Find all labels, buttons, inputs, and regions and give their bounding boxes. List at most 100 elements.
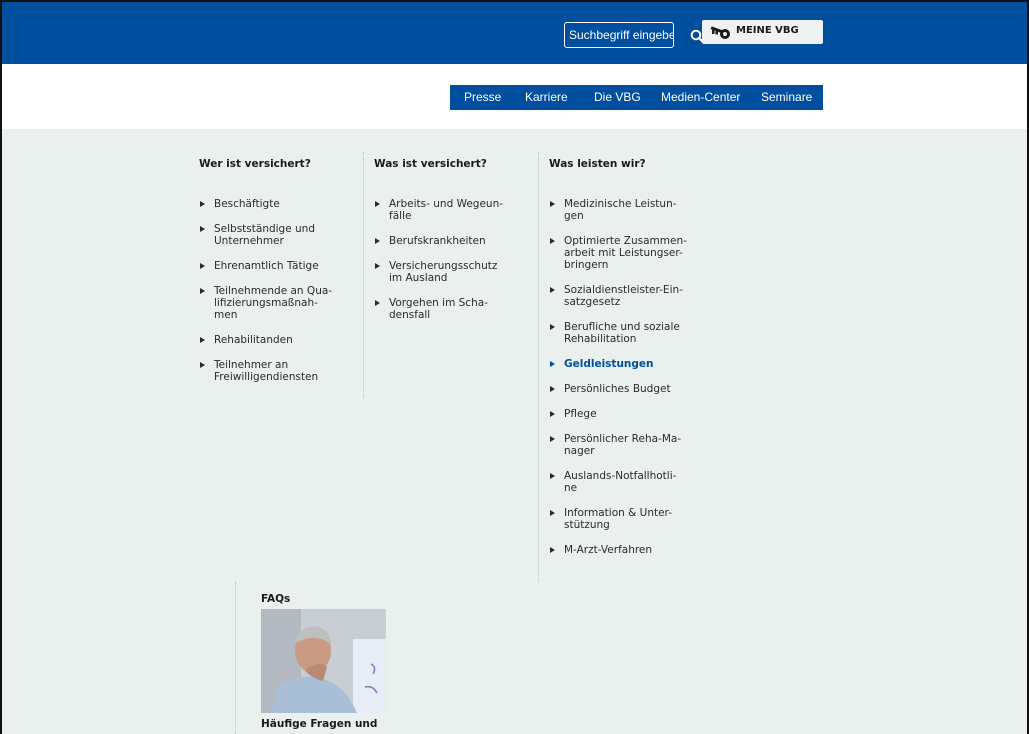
arrow-right-icon [550,386,555,392]
menu-link-label: lifizierungsmaßnah- [214,297,318,309]
arrow-right-icon [200,288,205,294]
menu-link[interactable]: Berufskrankheiten [374,235,524,247]
arrow-right-icon [200,337,205,343]
browser-viewport: Suchbegriff eingeben MEINE VBG Presse Ka… [0,0,1029,734]
menu-column-wer-ist-versichert: Wer ist versichert? Beschäftigte Selbstst… [199,158,349,396]
menu-link[interactable]: Berufliche und soziale Rehabilitation [549,321,709,345]
meine-vbg-label: MEINE VBG [736,25,799,36]
top-header-bar: Suchbegriff eingeben MEINE VBG [2,2,1027,64]
arrow-right-icon [375,300,380,306]
column-divider [235,582,236,734]
arrow-right-icon [550,473,555,479]
menu-link[interactable]: M-Arzt-Verfahren [549,544,709,556]
menu-link[interactable]: Auslands-Notfallhotli-ne [549,470,709,494]
menu-link-label: Versicherungsschutz [389,260,498,272]
menu-link[interactable]: Teilnehmende an Qua-lifizierungsmaßnah-m… [199,285,349,321]
nav-item-presse[interactable]: Presse [464,90,501,104]
menu-link[interactable]: Rehabilitanden [199,334,349,346]
service-navigation: Presse Karriere Die VBG Medien-Center Se… [450,85,823,110]
faq-teaser-image[interactable] [261,609,386,713]
menu-link-label: Ehrenamtlich Tätige [214,260,319,272]
menu-link-label: Sozialdienstleister-Ein- [564,284,683,296]
menu-column-was-ist-versichert: Was ist versichert? Arbeits- und Wegeun-… [374,158,524,334]
menu-link-label: nager [564,445,595,457]
column-heading: Wer ist versichert? [199,158,311,170]
menu-link[interactable]: Ehrenamtlich Tätige [199,260,349,272]
arrow-right-icon [550,287,555,293]
menu-link-label: Persönlicher Reha-Ma- [564,433,682,445]
column-divider [538,152,539,582]
arrow-right-icon [200,263,205,269]
menu-column-was-leisten-wir: Was leisten wir? Medizinische Leistun-ge… [549,158,709,569]
menu-link-label: Freiwilligendiensten [214,371,319,383]
arrow-right-icon [550,510,555,516]
arrow-right-icon [550,238,555,244]
meine-vbg-button[interactable]: MEINE VBG [702,20,823,44]
key-icon [710,26,730,39]
menu-link-label: Beschäftigte [214,198,280,210]
arrow-right-icon [550,547,555,553]
menu-link-label: densfall [389,309,431,321]
menu-link-label: stützung [564,519,610,531]
menu-link[interactable]: Versicherungsschutz im Ausland [374,260,524,284]
menu-link-label: Rehabilitanden [214,334,293,346]
nav-item-die-vbg[interactable]: Die VBG [594,90,641,104]
menu-link[interactable]: Medizinische Leistun-gen [549,198,709,222]
menu-link[interactable]: Persönliches Budget [549,383,709,395]
menu-link[interactable]: Arbeits- und Wegeun-fälle [374,198,524,222]
menu-link[interactable]: Sozialdienstleister-Ein-satzgesetz [549,284,709,308]
menu-link-label: Teilnehmer an [214,359,289,371]
menu-link-label: M-Arzt-Verfahren [564,544,653,556]
menu-link-label: ne [564,482,578,494]
column-heading: Was ist versichert? [374,158,487,170]
arrow-right-icon [550,411,555,417]
menu-link[interactable]: Teilnehmer an Freiwilligendiensten [199,359,349,383]
menu-link-label: Unternehmer [214,235,284,247]
menu-link[interactable]: Pflege [549,408,709,420]
nav-item-seminare[interactable]: Seminare [761,90,812,104]
menu-link-label: Optimierte Zusammen- [564,235,687,247]
menu-link-label: Vorgehen im Scha- [389,297,488,309]
menu-link[interactable]: Selbstständige und Unternehmer [199,223,349,247]
menu-link[interactable]: Information & Unter-stützung [549,507,709,531]
menu-link-label: im Ausland [389,272,448,284]
nav-item-karriere[interactable]: Karriere [525,90,568,104]
menu-link-label: Geldleistungen [564,358,654,370]
menu-link-label: Pflege [564,408,597,420]
arrow-right-icon [550,324,555,330]
arrow-right-icon [375,238,380,244]
menu-link-label: bringern [564,259,609,271]
menu-link-label: gen [564,210,584,222]
faq-photo [261,609,386,713]
menu-link-label: arbeit mit Leistungser- [564,247,683,259]
column-list: Arbeits- und Wegeun-fälle Berufskrankheit… [374,198,524,321]
arrow-right-icon [200,362,205,368]
menu-link-label: satzgesetz [564,296,621,308]
menu-link-label: Teilnehmende an Qua- [214,285,333,297]
menu-link-label: Selbstständige und [214,223,315,235]
menu-link-label: fälle [389,210,412,222]
column-list: Medizinische Leistun-gen Optimierte Zusam… [549,198,709,556]
menu-link-label: Berufskrankheiten [389,235,486,247]
menu-link[interactable]: Geldleistungen [549,358,709,370]
menu-link-label: Medizinische Leistun- [564,198,677,210]
arrow-right-icon [550,361,555,367]
faq-caption[interactable]: Häufige Fragen und [261,718,377,730]
arrow-right-icon [375,263,380,269]
menu-link-label: Arbeits- und Wegeun- [389,198,504,210]
menu-link[interactable]: Vorgehen im Scha-densfall [374,297,524,321]
arrow-right-icon [200,226,205,232]
menu-link[interactable]: Beschäftigte [199,198,349,210]
arrow-right-icon [200,201,205,207]
menu-link-label: men [214,309,238,321]
menu-link[interactable]: Persönlicher Reha-Ma-nager [549,433,709,457]
column-heading: Was leisten wir? [549,158,646,170]
column-divider [363,152,364,398]
search-input[interactable]: Suchbegriff eingeben [564,22,674,48]
nav-item-medien-center[interactable]: Medien-Center [661,90,740,104]
menu-link-label: Berufliche und soziale [564,321,680,333]
menu-link[interactable]: Optimierte Zusammen-arbeit mit Leistungs… [549,235,709,271]
menu-link-label: Auslands-Notfallhotli- [564,470,677,482]
menu-link-label: Persönliches Budget [564,383,671,395]
column-list: Beschäftigte Selbstständige und Unternehme… [199,198,349,383]
